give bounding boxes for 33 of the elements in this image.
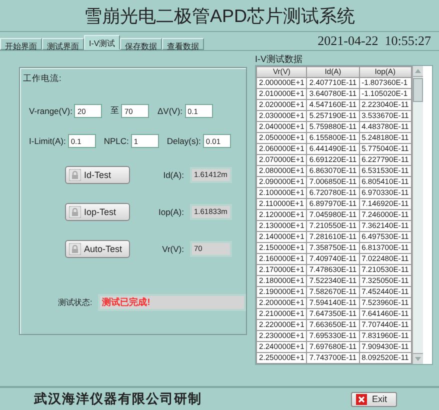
exit-button[interactable]: Exit <box>350 392 397 406</box>
status-label: 测试状态: <box>58 297 92 308</box>
field-label: 至 <box>110 105 120 117</box>
test-button[interactable]: Id-Test <box>65 166 130 184</box>
field-label: I-Limit(A): <box>29 136 66 146</box>
status-field: 测试已完成! <box>98 294 246 311</box>
close-icon <box>356 394 367 404</box>
company-name: 武汉海洋仪器有限公司研制 <box>34 390 202 408</box>
tab[interactable]: 开始界面 <box>0 38 42 50</box>
reading-label: Id(A): <box>163 170 184 180</box>
tab[interactable]: 保存数据 <box>120 38 162 50</box>
field-label: ΔV(V): <box>157 106 183 116</box>
lock-icon <box>69 243 81 255</box>
reading-label: Iop(A): <box>158 207 184 217</box>
field-label: V-range(V): <box>29 106 72 116</box>
group-title: 工作电流: <box>23 73 62 85</box>
window-title: 雪崩光电二极管APD芯片测试系统 <box>0 0 439 32</box>
lock-icon <box>69 169 81 181</box>
tab[interactable]: I-V测试 <box>84 35 120 50</box>
reading-label: Vr(V): <box>162 244 184 254</box>
table-title: I-V测试数据 <box>254 54 304 65</box>
scroll-down-icon[interactable] <box>414 357 421 361</box>
scroll-up-icon[interactable] <box>414 69 421 73</box>
tab[interactable]: 查看数据 <box>162 38 204 50</box>
field-label: Delay(s): <box>166 136 201 146</box>
tab[interactable]: 测试界面 <box>42 38 84 50</box>
test-button[interactable]: Iop-Test <box>65 203 130 221</box>
datetime: 2021-04-22 10:55:27 <box>318 33 432 49</box>
field-label: NPLC: <box>104 136 129 146</box>
lock-icon <box>69 206 81 218</box>
scroll-thumb[interactable] <box>412 78 423 102</box>
test-button[interactable]: Auto-Test <box>65 240 130 258</box>
scrollbar[interactable] <box>412 66 423 364</box>
